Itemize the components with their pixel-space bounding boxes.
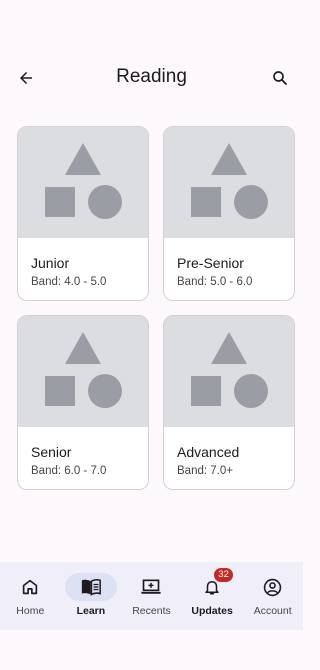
- nav-label-learn: Learn: [76, 605, 106, 617]
- nav-label-updates: Updates: [191, 605, 233, 617]
- page-title: Reading: [116, 66, 187, 87]
- nav-icon-container: [247, 573, 299, 601]
- nav-item-updates[interactable]: 32 Updates: [182, 562, 243, 630]
- nav-label-account: Account: [253, 605, 292, 617]
- nav-item-recents[interactable]: Recents: [121, 562, 182, 630]
- nav-item-account[interactable]: Account: [242, 562, 303, 630]
- card-image-placeholder: [164, 316, 294, 427]
- nav-label-recents: Recents: [132, 605, 171, 617]
- card-title: Junior: [31, 255, 70, 271]
- card-band: Band: 7.0+: [177, 465, 233, 477]
- account-circle-icon: [263, 578, 282, 596]
- book-icon: [81, 579, 101, 596]
- updates-badge: 32: [214, 568, 234, 582]
- nav-active-indicator: [64, 573, 117, 601]
- card-image-placeholder: [18, 127, 148, 238]
- home-icon: [23, 579, 38, 595]
- laptop-icon: [141, 579, 162, 594]
- search-button[interactable]: [266, 64, 294, 92]
- top-app-bar: Reading: [0, 58, 303, 98]
- shapes-placeholder-icon: [191, 142, 268, 219]
- shapes-placeholder-icon: [45, 142, 122, 219]
- nav-icon-container: [125, 573, 177, 601]
- nav-item-home[interactable]: Home: [0, 562, 61, 630]
- card-band: Band: 4.0 - 5.0: [31, 276, 107, 288]
- level-card-pre-senior[interactable]: Pre-Senior Band: 5.0 - 6.0: [163, 126, 295, 301]
- nav-item-learn[interactable]: Learn: [61, 562, 122, 630]
- card-image-placeholder: [18, 316, 148, 427]
- bottom-navigation: Home Learn Recents 32 Updates Account: [0, 562, 303, 630]
- level-card-senior[interactable]: Senior Band: 6.0 - 7.0: [17, 315, 149, 490]
- card-title: Pre-Senior: [177, 255, 244, 271]
- card-title: Advanced: [177, 444, 240, 460]
- nav-label-home: Home: [16, 605, 45, 617]
- level-card-advanced[interactable]: Advanced Band: 7.0+: [163, 315, 295, 490]
- screen: Reading Junior Band: 4.0 - 5.0 Pre-Senio…: [0, 0, 303, 670]
- nav-icon-container: [4, 573, 56, 601]
- nav-icon-container: 32: [186, 568, 238, 601]
- shapes-placeholder-icon: [45, 331, 122, 408]
- card-band: Band: 6.0 - 7.0: [31, 465, 107, 477]
- search-icon: [273, 71, 287, 85]
- card-band: Band: 5.0 - 6.0: [177, 276, 253, 288]
- card-title: Senior: [31, 444, 72, 460]
- level-grid: Junior Band: 4.0 - 5.0 Pre-Senior Band: …: [17, 126, 295, 490]
- card-image-placeholder: [164, 127, 294, 238]
- shapes-placeholder-icon: [191, 331, 268, 408]
- level-card-junior[interactable]: Junior Band: 4.0 - 5.0: [17, 126, 149, 301]
